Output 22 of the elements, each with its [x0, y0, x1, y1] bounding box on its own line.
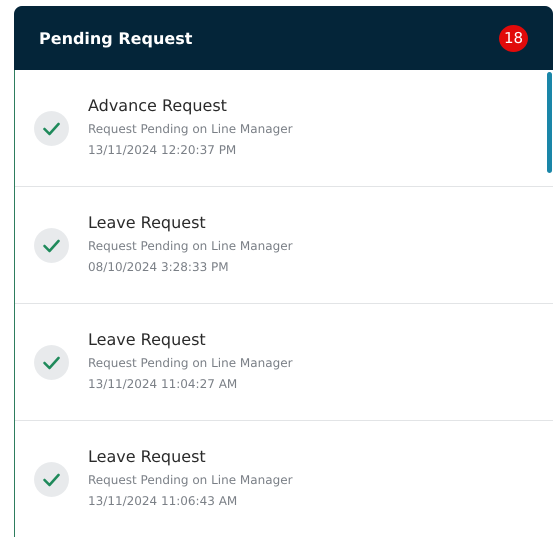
request-item[interactable]: Leave Request Request Pending on Line Manager 08/10/2024 3:28:33 PM [15, 187, 553, 304]
request-status: Request Pending on Line Manager [88, 356, 293, 370]
check-icon [34, 110, 69, 146]
request-title: Leave Request [88, 212, 207, 232]
request-time: 13/11/2024 12:20:37 PM [88, 142, 238, 156]
request-item[interactable]: Leave Request Request Pending on Line Manager 13/11/2024 11:04:27 AM [15, 304, 553, 421]
scrollbar[interactable] [547, 72, 552, 173]
request-time: 13/11/2024 11:04:27 AM [88, 376, 238, 390]
request-status: Request Pending on Line Manager [88, 122, 293, 136]
request-title: Advance Request [88, 96, 228, 114]
request-item[interactable]: Leave Request Request Pending on Line Manager 13/11/2024 11:06:43 AM [15, 421, 553, 537]
request-title: Leave Request [88, 330, 207, 348]
request-status: Request Pending on Line Manager [88, 238, 293, 252]
request-time: 08/10/2024 3:28:33 PM [88, 260, 230, 274]
request-title: Leave Request [88, 446, 207, 466]
check-icon [34, 344, 69, 380]
check-icon [34, 228, 69, 262]
check-icon [34, 462, 69, 496]
panel-title: Pending Request [39, 28, 192, 48]
count-badge: 18 [499, 24, 528, 52]
request-status: Request Pending on Line Manager [88, 472, 293, 486]
request-time: 13/11/2024 11:06:43 AM [88, 494, 238, 508]
